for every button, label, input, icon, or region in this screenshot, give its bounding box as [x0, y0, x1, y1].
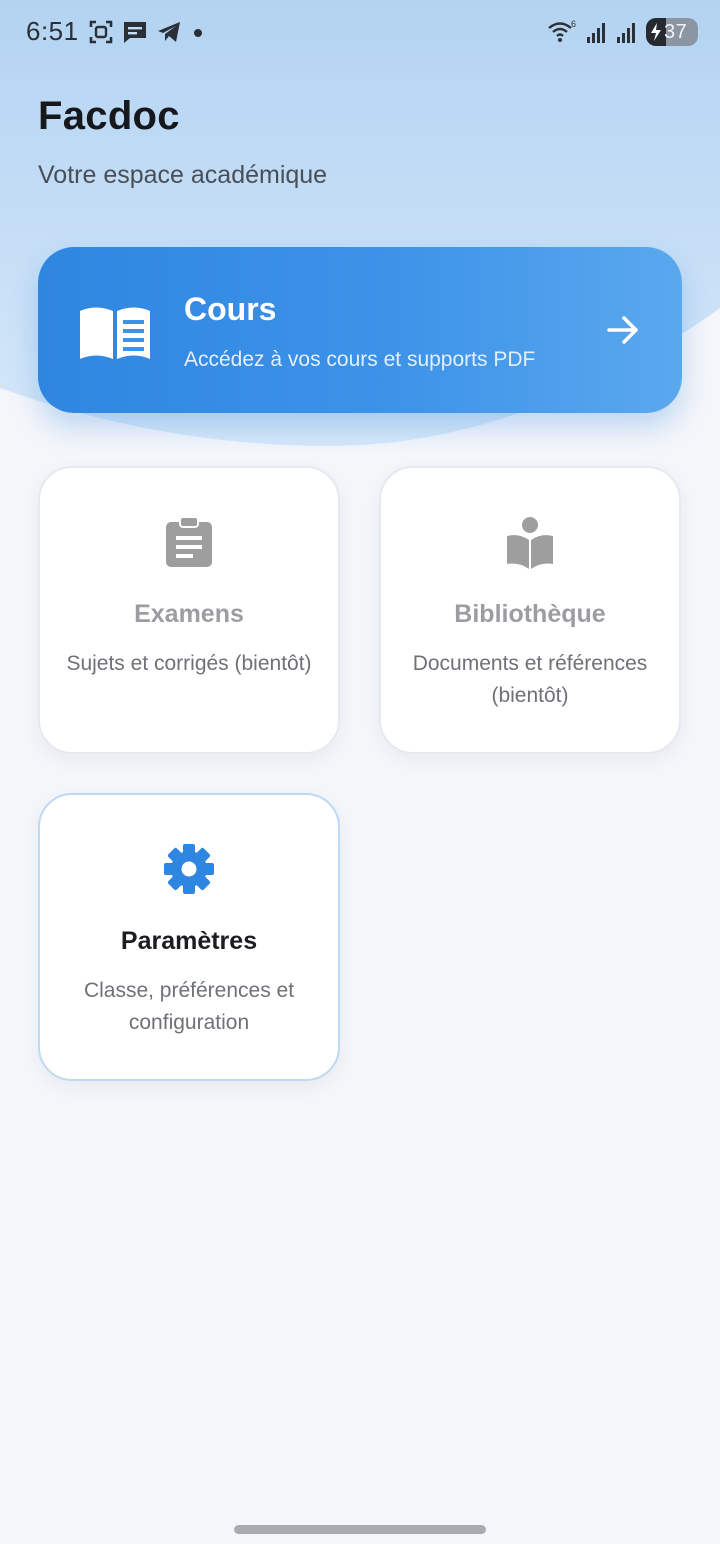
status-bar: 6:51 6 37	[0, 0, 720, 64]
page-header: Facdoc Votre espace académique	[38, 94, 327, 190]
tile-examens-description: Sujets et corrigés (bientôt)	[66, 652, 312, 675]
system-icons: 6 37	[546, 16, 698, 48]
app-title: Facdoc	[38, 94, 180, 138]
cours-description: Accédez à vos cours et supports PDF	[184, 348, 536, 371]
cours-title: Cours	[184, 291, 277, 327]
dot-icon	[194, 29, 202, 37]
tile-examens[interactable]: Examens Sujets et corrigés (bientôt)	[38, 466, 340, 754]
cours-card[interactable]: Cours Accédez à vos cours et supports PD…	[38, 247, 682, 413]
message-icon	[124, 22, 146, 43]
battery-level: 37	[664, 21, 688, 43]
wifi-icon: 6	[548, 19, 576, 42]
clipboard-icon	[166, 516, 212, 567]
tile-parametres-description: Classe, préférences et configuration	[83, 979, 295, 1034]
telegram-icon	[158, 22, 180, 42]
signal-icon	[617, 23, 635, 43]
gear-icon	[164, 844, 214, 894]
status-time: 6:51	[26, 16, 79, 46]
reader-book-icon	[507, 517, 553, 569]
tile-parametres[interactable]: Paramètres Classe, préférences et config…	[38, 793, 340, 1081]
tile-bibliotheque-title: Bibliothèque	[454, 600, 606, 628]
open-book-icon	[80, 307, 150, 359]
tile-bibliotheque[interactable]: Bibliothèque Documents et références (bi…	[379, 466, 681, 754]
app-subtitle: Votre espace académique	[38, 161, 328, 189]
screenshot-icon	[89, 20, 113, 44]
tile-examens-title: Examens	[134, 600, 244, 628]
arrow-right-icon	[607, 316, 638, 344]
tile-parametres-title: Paramètres	[120, 927, 258, 955]
notification-icons	[88, 18, 206, 46]
signal-icon	[587, 23, 605, 43]
tile-bibliotheque-description: Documents et références (bientôt)	[412, 652, 648, 707]
wifi-superscript: 6	[571, 19, 576, 29]
home-indicator[interactable]	[234, 1525, 486, 1534]
battery-charging-icon: 37	[646, 18, 698, 46]
